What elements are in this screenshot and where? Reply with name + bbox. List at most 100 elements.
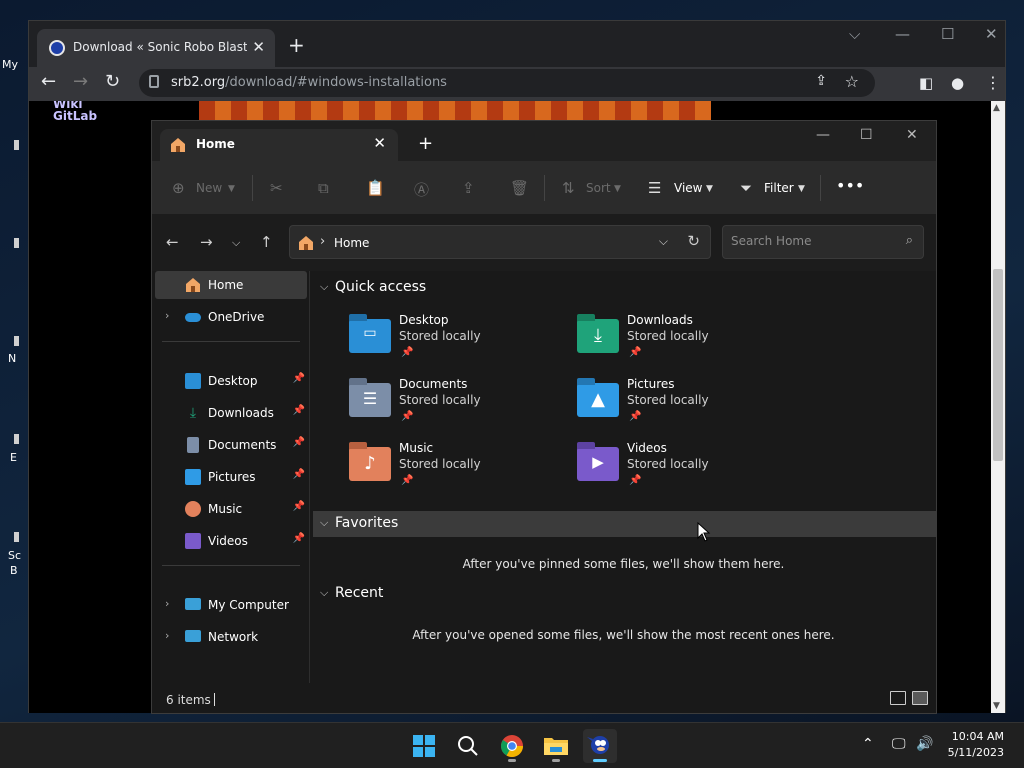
breadcrumb[interactable]: Home	[334, 236, 369, 250]
minimize-button[interactable]: —	[895, 25, 910, 43]
bookmark-star-icon[interactable]: ☆	[845, 72, 859, 91]
desktop-icon[interactable]	[14, 140, 19, 150]
page-scrollbar[interactable]: ▲ ▼	[991, 101, 1005, 713]
view-button-label[interactable]: View	[674, 181, 702, 195]
profile-icon[interactable]: ●	[951, 74, 964, 92]
quick-access-desktop[interactable]: ▭ Desktop Stored locally 📌	[349, 311, 559, 367]
quick-access-videos[interactable]: ▶ Videos Stored locally 📌	[577, 439, 787, 495]
maximize-button[interactable]: ☐	[860, 127, 873, 143]
new-tab-button[interactable]: +	[418, 133, 433, 154]
chevron-right-icon[interactable]: ›	[165, 597, 169, 610]
more-options-icon[interactable]: •••	[836, 176, 864, 195]
search-icon[interactable]: ⌕	[906, 233, 913, 248]
new-icon[interactable]: ⊕	[172, 179, 185, 197]
desktop-icon[interactable]	[14, 532, 19, 542]
side-panel-icon[interactable]: ◧	[919, 74, 933, 92]
quick-access-downloads[interactable]: ⤓ Downloads Stored locally 📌	[577, 311, 787, 367]
gitlab-link[interactable]: GitLab	[53, 109, 97, 123]
tab-search-icon[interactable]: ⌵	[849, 25, 860, 43]
back-button[interactable]: ←	[166, 233, 179, 251]
chevron-down-icon[interactable]: ⌵	[320, 586, 328, 600]
sort-button-label[interactable]: Sort	[586, 181, 611, 195]
address-bar[interactable]: › Home ⌵ ↻	[289, 225, 711, 259]
address-bar[interactable]: srb2.org/download/#windows-installations…	[139, 69, 875, 97]
desktop-icon-label[interactable]: N	[8, 352, 16, 365]
sort-icon[interactable]: ⇅	[562, 179, 575, 197]
minimize-button[interactable]: —	[816, 127, 830, 143]
new-tab-button[interactable]: +	[288, 33, 305, 57]
sidebar-item-network[interactable]: › Network	[155, 623, 307, 651]
taskbar-chrome[interactable]	[495, 729, 529, 763]
tiles-view-icon[interactable]	[912, 691, 928, 705]
forward-button[interactable]: →	[73, 71, 88, 92]
network-icon[interactable]: 🖵	[892, 736, 906, 752]
close-tab-icon[interactable]: ✕	[252, 38, 265, 56]
refresh-icon[interactable]: ↻	[687, 232, 700, 250]
sidebar-item-desktop[interactable]: Desktop 📌	[155, 367, 307, 395]
back-button[interactable]: ←	[41, 71, 56, 92]
close-tab-icon[interactable]: ✕	[373, 134, 386, 152]
start-button[interactable]	[407, 729, 441, 763]
chevron-down-icon[interactable]: ▼	[706, 184, 713, 194]
scroll-up-icon[interactable]: ▲	[993, 103, 1000, 113]
volume-icon[interactable]: 🔊	[916, 736, 933, 752]
forward-button[interactable]: →	[200, 233, 213, 251]
desktop-icon[interactable]	[14, 238, 19, 248]
sidebar-item-home[interactable]: Home	[155, 271, 307, 299]
view-icon[interactable]: ☰	[648, 179, 661, 197]
sidebar-item-onedrive[interactable]: › OneDrive	[155, 303, 307, 331]
chrome-tab[interactable]: Download « Sonic Robo Blast 2 – ✕	[37, 29, 275, 67]
desktop-icon-label[interactable]: My	[2, 58, 18, 71]
sidebar-item-downloads[interactable]: ⤓ Downloads 📌	[155, 399, 307, 427]
copy-icon[interactable]: ⧉	[318, 179, 329, 197]
desktop-icon-label[interactable]: B	[10, 564, 18, 577]
search-box[interactable]: ⌕	[722, 225, 924, 259]
filter-icon[interactable]: ⏷	[740, 179, 752, 197]
chevron-right-icon[interactable]: ›	[165, 309, 169, 322]
taskbar-clock[interactable]: 10:04 AM 5/11/2023	[934, 729, 1004, 761]
chevron-right-icon[interactable]: ›	[165, 629, 169, 642]
chevron-down-icon[interactable]: ▼	[798, 184, 805, 194]
rename-icon[interactable]: Ⓐ	[414, 179, 429, 200]
up-button[interactable]: ↑	[260, 233, 273, 251]
scrollbar-thumb[interactable]	[993, 269, 1003, 461]
close-window-button[interactable]: ✕	[985, 25, 998, 43]
cut-icon[interactable]: ✂	[270, 179, 283, 197]
desktop-icon[interactable]	[14, 434, 19, 444]
sidebar-item-music[interactable]: Music 📌	[155, 495, 307, 523]
chevron-down-icon[interactable]: ⌵	[320, 516, 328, 530]
delete-icon[interactable]: 🗑	[510, 179, 529, 197]
search-button[interactable]	[451, 729, 485, 763]
sidebar-item-videos[interactable]: Videos 📌	[155, 527, 307, 555]
recent-header[interactable]: ⌵ Recent	[313, 581, 936, 607]
chevron-down-icon[interactable]: ⌵	[320, 280, 328, 294]
taskbar-file-explorer[interactable]	[539, 729, 573, 763]
chevron-down-icon[interactable]: ⌵	[659, 234, 668, 249]
url-text[interactable]: srb2.org/download/#windows-installations	[171, 75, 447, 90]
quick-access-pictures[interactable]: ▲ Pictures Stored locally 📌	[577, 375, 787, 431]
favorites-header[interactable]: ⌵ Favorites	[313, 511, 936, 537]
new-button-label[interactable]: New	[196, 181, 222, 195]
filter-button-label[interactable]: Filter	[764, 181, 794, 195]
desktop-icon-label[interactable]: Sc	[8, 549, 21, 562]
chevron-down-icon[interactable]: ▼	[228, 184, 235, 194]
sidebar-item-my-computer[interactable]: › My Computer	[155, 591, 307, 619]
show-hidden-icons-chevron-up-icon[interactable]: ⌃	[862, 736, 874, 752]
maximize-button[interactable]: ☐	[941, 25, 954, 43]
desktop-icon-label[interactable]: E	[10, 451, 17, 464]
lock-icon[interactable]	[149, 75, 159, 88]
scroll-down-icon[interactable]: ▼	[993, 701, 1000, 711]
share-icon[interactable]: ⇪	[815, 73, 827, 89]
sidebar-item-pictures[interactable]: Pictures 📌	[155, 463, 307, 491]
explorer-tab-home[interactable]: Home ✕	[160, 129, 398, 161]
share-icon[interactable]: ⇪	[462, 179, 475, 197]
search-input[interactable]	[731, 234, 891, 248]
quick-access-music[interactable]: ♪ Music Stored locally 📌	[349, 439, 559, 495]
desktop-icon[interactable]	[14, 336, 19, 346]
taskbar-srb2[interactable]	[583, 729, 617, 763]
paste-icon[interactable]: 📋	[366, 179, 385, 197]
reload-button[interactable]: ↻	[105, 71, 120, 92]
sidebar-item-documents[interactable]: Documents 📌	[155, 431, 307, 459]
details-view-icon[interactable]	[890, 691, 906, 705]
recent-locations-icon[interactable]: ⌵	[232, 236, 240, 250]
